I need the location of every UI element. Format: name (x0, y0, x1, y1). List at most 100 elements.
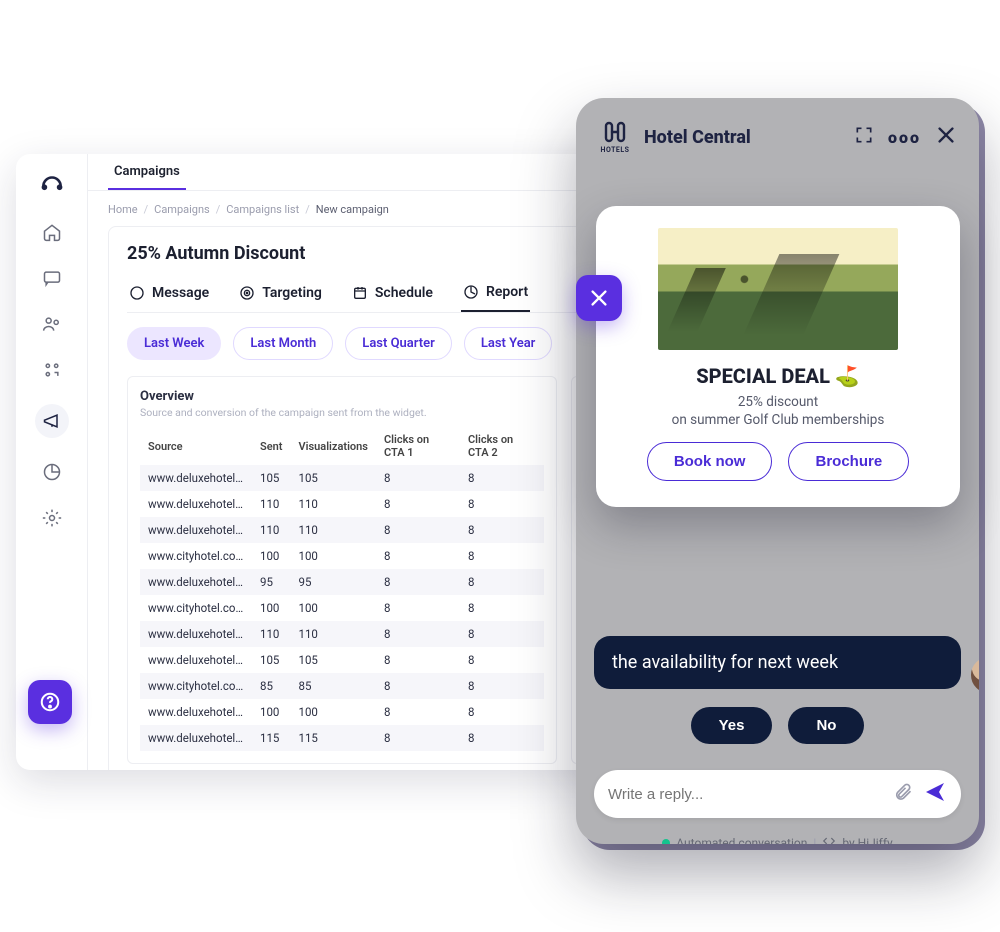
table-row: www.deluxehotel.com/p...11011088 (140, 621, 544, 647)
table-cell: 105 (252, 647, 290, 673)
campaign-icon[interactable] (35, 404, 69, 438)
table-cell: www.cityhotel.com (140, 595, 252, 621)
table-cell: 8 (460, 543, 544, 569)
expand-icon[interactable] (854, 125, 874, 149)
chip-last-year[interactable]: Last Year (464, 327, 553, 360)
table-row: www.cityhotel.com858588 (140, 673, 544, 699)
breadcrumb-item[interactable]: Campaigns list (226, 203, 299, 216)
table-cell: 8 (460, 517, 544, 543)
contacts-icon[interactable] (40, 312, 64, 336)
table-cell: www.deluxehotel.com (140, 517, 252, 543)
table-cell: 100 (290, 595, 375, 621)
tab-label: Targeting (262, 285, 322, 301)
close-icon[interactable] (935, 124, 957, 150)
tab-targeting[interactable]: Targeting (237, 278, 324, 312)
table-cell: www.deluxehotel.com/p... (140, 725, 252, 751)
table-cell: 8 (460, 465, 544, 491)
sidebar (16, 154, 88, 770)
help-button[interactable] (28, 680, 72, 724)
hotel-logo: HOTELS (598, 120, 632, 154)
table-cell: 100 (252, 543, 290, 569)
table-row: www.deluxehotel.com10510588 (140, 465, 544, 491)
table-cell: 8 (376, 647, 460, 673)
user-message-text: the availability for next week (612, 652, 838, 673)
app-logo (38, 170, 66, 198)
chat-icon[interactable] (40, 266, 64, 290)
more-icon[interactable]: ooo (888, 128, 921, 147)
col-viz: Visualizations (290, 427, 375, 465)
table-cell: 8 (376, 517, 460, 543)
table-cell: 85 (252, 673, 290, 699)
table-cell: 110 (252, 517, 290, 543)
tab-report[interactable]: Report (461, 278, 530, 312)
message-icon (129, 285, 145, 301)
tab-schedule[interactable]: Schedule (350, 278, 435, 312)
attach-icon[interactable] (893, 782, 913, 806)
deal-card: SPECIAL DEAL ⛳ 25% discount on summer Go… (596, 206, 960, 507)
table-row: www.deluxehotel.com/p...11511588 (140, 725, 544, 751)
chip-last-quarter[interactable]: Last Quarter (345, 327, 452, 360)
col-cta1: Clicks on CTA 1 (376, 427, 460, 465)
overview-subtext: Source and conversion of the campaign se… (140, 406, 544, 419)
quick-reply-yes[interactable]: Yes (691, 707, 773, 744)
settings-icon[interactable] (40, 506, 64, 530)
table-cell: 110 (252, 621, 290, 647)
calendar-icon (352, 285, 368, 301)
table-cell: 105 (290, 465, 375, 491)
table-cell: www.cityhotel.com (140, 673, 252, 699)
quick-reply-no[interactable]: No (788, 707, 864, 744)
footer-label: Automated conversation (676, 836, 807, 844)
chip-last-month[interactable]: Last Month (233, 327, 333, 360)
table-cell: 110 (252, 491, 290, 517)
brochure-button[interactable]: Brochure (788, 442, 909, 481)
chat-header: HOTELS Hotel Central ooo (576, 98, 979, 166)
apps-icon[interactable] (40, 358, 64, 382)
table-cell: 8 (376, 699, 460, 725)
table-cell: 8 (460, 621, 544, 647)
target-icon (239, 285, 255, 301)
analytics-icon[interactable] (40, 460, 64, 484)
breadcrumb-item[interactable]: Home (108, 203, 138, 216)
widget-close-button[interactable] (576, 275, 622, 321)
table-cell: www.cityhotel.com/roo... (140, 543, 252, 569)
code-icon (822, 834, 836, 844)
user-message-bubble: the availability for next week (594, 636, 961, 689)
chat-title: Hotel Central (644, 127, 751, 148)
table-row: www.cityhotel.com/roo...10010088 (140, 543, 544, 569)
topnav-tab-campaigns[interactable]: Campaigns (108, 154, 186, 190)
table-cell: 110 (290, 621, 375, 647)
overview-panel: Overview Source and conversion of the ca… (127, 376, 557, 764)
home-icon[interactable] (40, 220, 64, 244)
deal-image (658, 228, 898, 350)
book-now-button[interactable]: Book now (647, 442, 773, 481)
send-icon[interactable] (923, 780, 947, 808)
table-cell: www.deluxehotel.com/r... (140, 491, 252, 517)
footer-credit: by HiJiffy (842, 836, 892, 844)
breadcrumb-item[interactable]: Campaigns (154, 203, 210, 216)
quick-replies: Yes No (576, 689, 979, 762)
tab-message[interactable]: Message (127, 278, 211, 312)
table-cell: 110 (290, 491, 375, 517)
chip-last-week[interactable]: Last Week (127, 327, 221, 360)
table-cell: 115 (290, 725, 375, 751)
reply-input[interactable] (608, 786, 893, 803)
table-row: www.deluxehotel.com11011088 (140, 517, 544, 543)
breadcrumb-current: New campaign (316, 203, 389, 216)
table-cell: 8 (376, 543, 460, 569)
deal-line2: on summer Golf Club memberships (618, 412, 938, 428)
table-cell: 8 (376, 491, 460, 517)
table-cell: www.deluxehotel.com/p... (140, 621, 252, 647)
overview-table: Source Sent Visualizations Clicks on CTA… (140, 427, 544, 751)
col-cta2: Clicks on CTA 2 (460, 427, 544, 465)
table-cell: 8 (376, 673, 460, 699)
table-cell: 85 (290, 673, 375, 699)
table-cell: 8 (460, 699, 544, 725)
table-cell: 100 (290, 543, 375, 569)
table-cell: 95 (252, 569, 290, 595)
table-row: www.deluxehotel.com959588 (140, 569, 544, 595)
table-cell: 8 (376, 465, 460, 491)
table-cell: 100 (252, 595, 290, 621)
table-cell: 8 (460, 491, 544, 517)
deal-line1: 25% discount (618, 394, 938, 410)
table-cell: 8 (376, 569, 460, 595)
